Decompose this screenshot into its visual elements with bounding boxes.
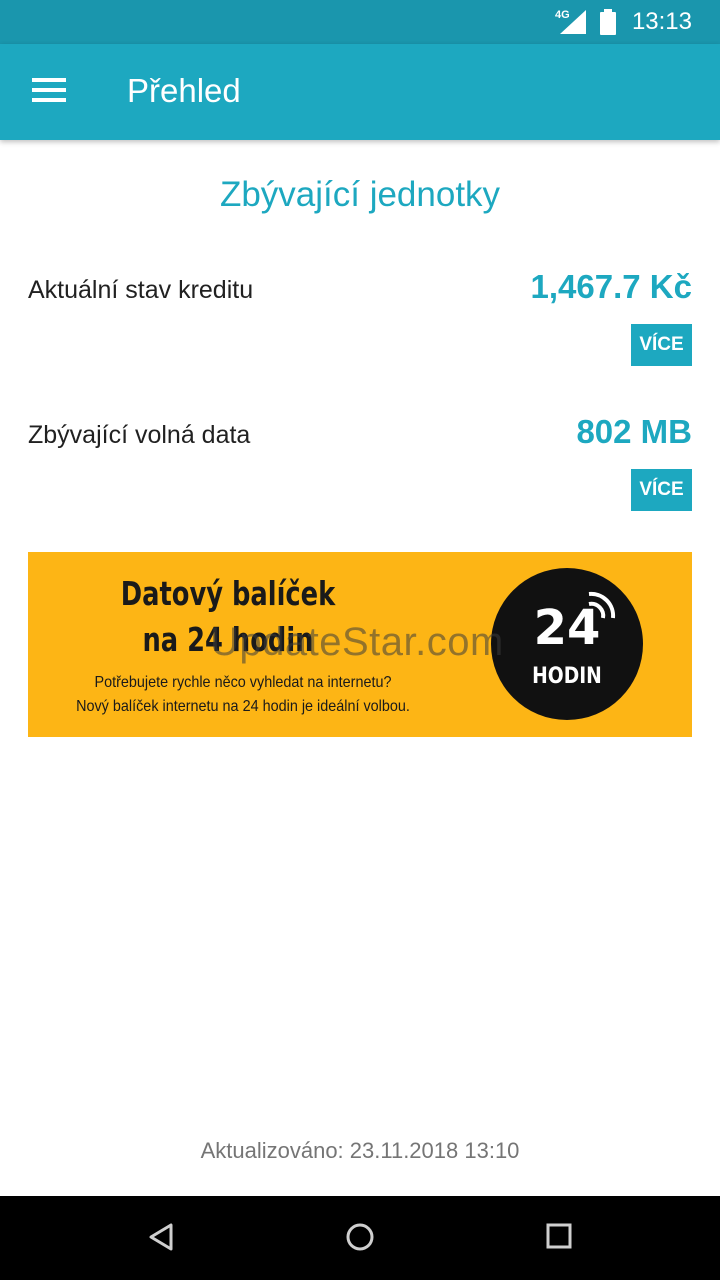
badge-unit: HODIN (532, 664, 602, 689)
section-title: Zbývající jednotky (219, 175, 501, 214)
last-updated: Aktualizováno: 23.11.2018 13:10 (200, 1138, 520, 1163)
app-bar: Přehled (0, 44, 720, 140)
home-icon[interactable] (345, 1222, 375, 1252)
credit-label: Aktuální stav kreditu (28, 276, 254, 304)
hamburger-menu-icon[interactable] (32, 78, 66, 106)
system-nav-bar (0, 1196, 720, 1280)
status-time: 13:13 (631, 8, 692, 35)
battery-icon (600, 9, 616, 35)
data-label: Zbývající volná data (28, 421, 251, 449)
back-icon[interactable] (148, 1222, 174, 1252)
watermark: UpdateStar.com (210, 620, 504, 664)
credit-more-button[interactable]: VÍCE (631, 324, 692, 366)
banner-24h-badge: 24 HODIN (491, 568, 643, 720)
banner-subtext-2: Nový balíček internetu na 24 hodin je id… (76, 698, 410, 715)
recents-icon[interactable] (545, 1222, 573, 1250)
data-value: 802 MB (576, 413, 692, 450)
banner-subtext-1: Potřebujete rychle něco vyhledat na inte… (94, 674, 392, 691)
page-title: Přehled (127, 72, 241, 109)
status-bar: 4G 13:13 (0, 0, 720, 44)
banner-headline-1: Datový balíček (120, 574, 336, 613)
badge-number: 24 (533, 600, 601, 656)
signal-icon (560, 10, 586, 34)
credit-value: 1,467.7 Kč (530, 268, 692, 305)
data-more-button[interactable]: VÍCE (631, 469, 692, 511)
